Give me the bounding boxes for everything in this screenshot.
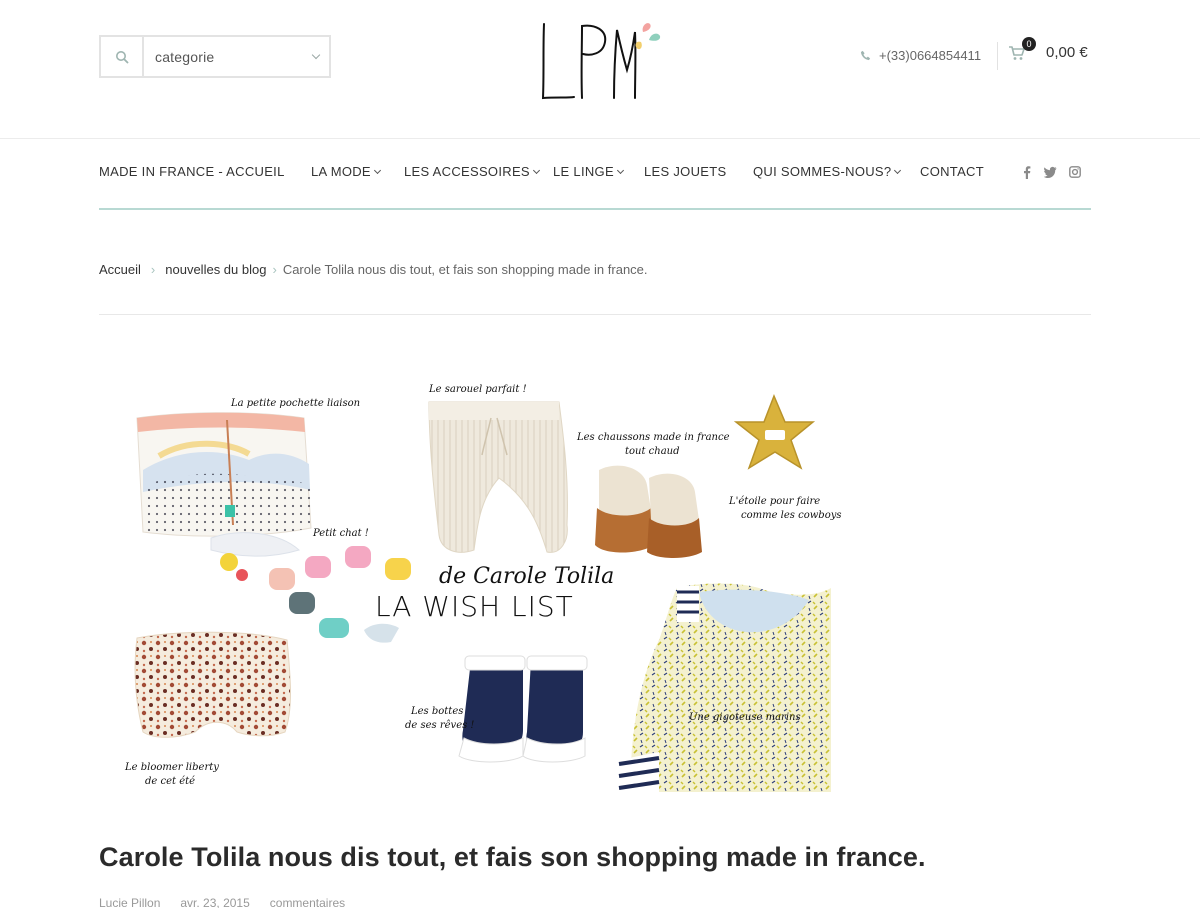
instagram-icon[interactable] bbox=[1069, 166, 1081, 178]
post-date: avr. 23, 2015 bbox=[180, 896, 250, 908]
nav-item-label: LES ACCESSOIRES bbox=[404, 164, 530, 179]
category-select[interactable]: categorie bbox=[144, 37, 329, 76]
gigoteuse-image bbox=[618, 583, 831, 792]
site-logo[interactable] bbox=[537, 18, 663, 104]
caption-chaussons-1: Les chaussons made in france bbox=[577, 432, 730, 443]
chevron-right-icon: › bbox=[150, 262, 156, 277]
nav-item-qui-sommes-nous[interactable]: QUI SOMMES-NOUS? bbox=[753, 164, 902, 179]
chevron-right-icon: › bbox=[272, 262, 277, 277]
cart-button[interactable]: 0 0,00 € bbox=[1008, 37, 1088, 61]
featured-image: La petite pochette liaison Le sarouel pa… bbox=[99, 360, 842, 800]
bottes-image bbox=[458, 655, 588, 763]
post-meta: Lucie Pillon avr. 23, 2015 commentaires bbox=[99, 896, 345, 908]
main-navigation: MADE IN FRANCE - ACCUEIL LA MODE LES ACC… bbox=[99, 164, 1091, 182]
search-button[interactable] bbox=[101, 37, 144, 76]
caption-chaussons-2: tout chaud bbox=[625, 446, 680, 457]
facebook-icon[interactable] bbox=[1022, 166, 1032, 179]
nav-item-label: QUI SOMMES-NOUS? bbox=[753, 164, 892, 179]
pochette-image bbox=[136, 412, 312, 537]
breadcrumb-current: Carole Tolila nous dis tout, et fais son… bbox=[282, 262, 648, 277]
social-links bbox=[1022, 166, 1081, 179]
cart-total: 0,00 € bbox=[1046, 44, 1088, 61]
search-icon bbox=[115, 50, 128, 63]
chevron-down-icon bbox=[532, 166, 540, 174]
caption-gigoteuse: Une gigoteuse marins bbox=[689, 712, 801, 723]
caption-bottes-2: de ses rêves ! bbox=[405, 720, 475, 731]
collage-title-line-1: de Carole Tolila bbox=[439, 564, 615, 589]
chevron-down-icon bbox=[311, 50, 321, 59]
nav-item-accueil[interactable]: MADE IN FRANCE - ACCUEIL bbox=[99, 164, 285, 179]
chevron-down-icon bbox=[616, 166, 624, 174]
caption-sarouel: Le sarouel parfait ! bbox=[429, 384, 527, 395]
nav-item-label: LES JOUETS bbox=[644, 164, 727, 179]
nav-item-label: LE LINGE bbox=[553, 164, 614, 179]
chevron-down-icon bbox=[373, 166, 381, 174]
nav-item-label: MADE IN FRANCE - ACCUEIL bbox=[99, 164, 285, 179]
chevron-down-icon bbox=[894, 166, 902, 174]
jouets-image bbox=[210, 532, 411, 643]
chaussons-image bbox=[595, 465, 702, 558]
nav-item-contact[interactable]: CONTACT bbox=[920, 164, 984, 179]
caption-pochette: La petite pochette liaison bbox=[231, 398, 361, 409]
header-separator bbox=[997, 42, 998, 70]
caption-chat: Petit chat ! bbox=[313, 528, 369, 539]
category-select-label: categorie bbox=[155, 48, 215, 65]
caption-bloomer-2: de cet été bbox=[145, 776, 196, 787]
nav-underline bbox=[99, 208, 1091, 210]
post-author[interactable]: Lucie Pillon bbox=[99, 896, 160, 908]
nav-item-la-mode[interactable]: LA MODE bbox=[311, 164, 381, 179]
caption-etoile-2: comme les cowboys bbox=[741, 510, 842, 521]
caption-bloomer-1: Le bloomer liberty bbox=[125, 762, 219, 773]
caption-bottes-1: Les bottes bbox=[411, 706, 464, 717]
nav-item-label: CONTACT bbox=[920, 164, 984, 179]
etoile-image bbox=[733, 393, 816, 470]
header-divider bbox=[0, 138, 1200, 139]
breadcrumb-divider bbox=[99, 314, 1091, 315]
phone-number[interactable]: +(33)0664854411 bbox=[860, 48, 981, 63]
search-box: categorie bbox=[99, 35, 331, 78]
sarouel-image bbox=[428, 401, 568, 553]
breadcrumb: Accueil › nouvelles du blog › Carole Tol… bbox=[99, 262, 648, 277]
nav-item-les-accessoires[interactable]: LES ACCESSOIRES bbox=[404, 164, 540, 179]
breadcrumb-home[interactable]: Accueil bbox=[99, 262, 141, 277]
nav-item-le-linge[interactable]: LE LINGE bbox=[553, 164, 624, 179]
post-comments[interactable]: commentaires bbox=[270, 896, 345, 908]
nav-item-les-jouets[interactable]: LES JOUETS bbox=[644, 164, 726, 179]
breadcrumb-section[interactable]: nouvelles du blog bbox=[165, 262, 266, 277]
bloomer-image bbox=[134, 631, 291, 738]
nav-item-label: LA MODE bbox=[311, 164, 371, 179]
collage-title-line-2: LA WISH LIST bbox=[375, 590, 574, 623]
caption-etoile-1: L'étoile pour faire bbox=[729, 496, 821, 507]
phone-text: +(33)0664854411 bbox=[879, 48, 982, 63]
phone-icon bbox=[860, 50, 871, 61]
twitter-icon[interactable] bbox=[1044, 166, 1057, 178]
cart-count-badge: 0 bbox=[1022, 37, 1036, 51]
post-title: Carole Tolila nous dis tout, et fais son… bbox=[99, 842, 926, 872]
